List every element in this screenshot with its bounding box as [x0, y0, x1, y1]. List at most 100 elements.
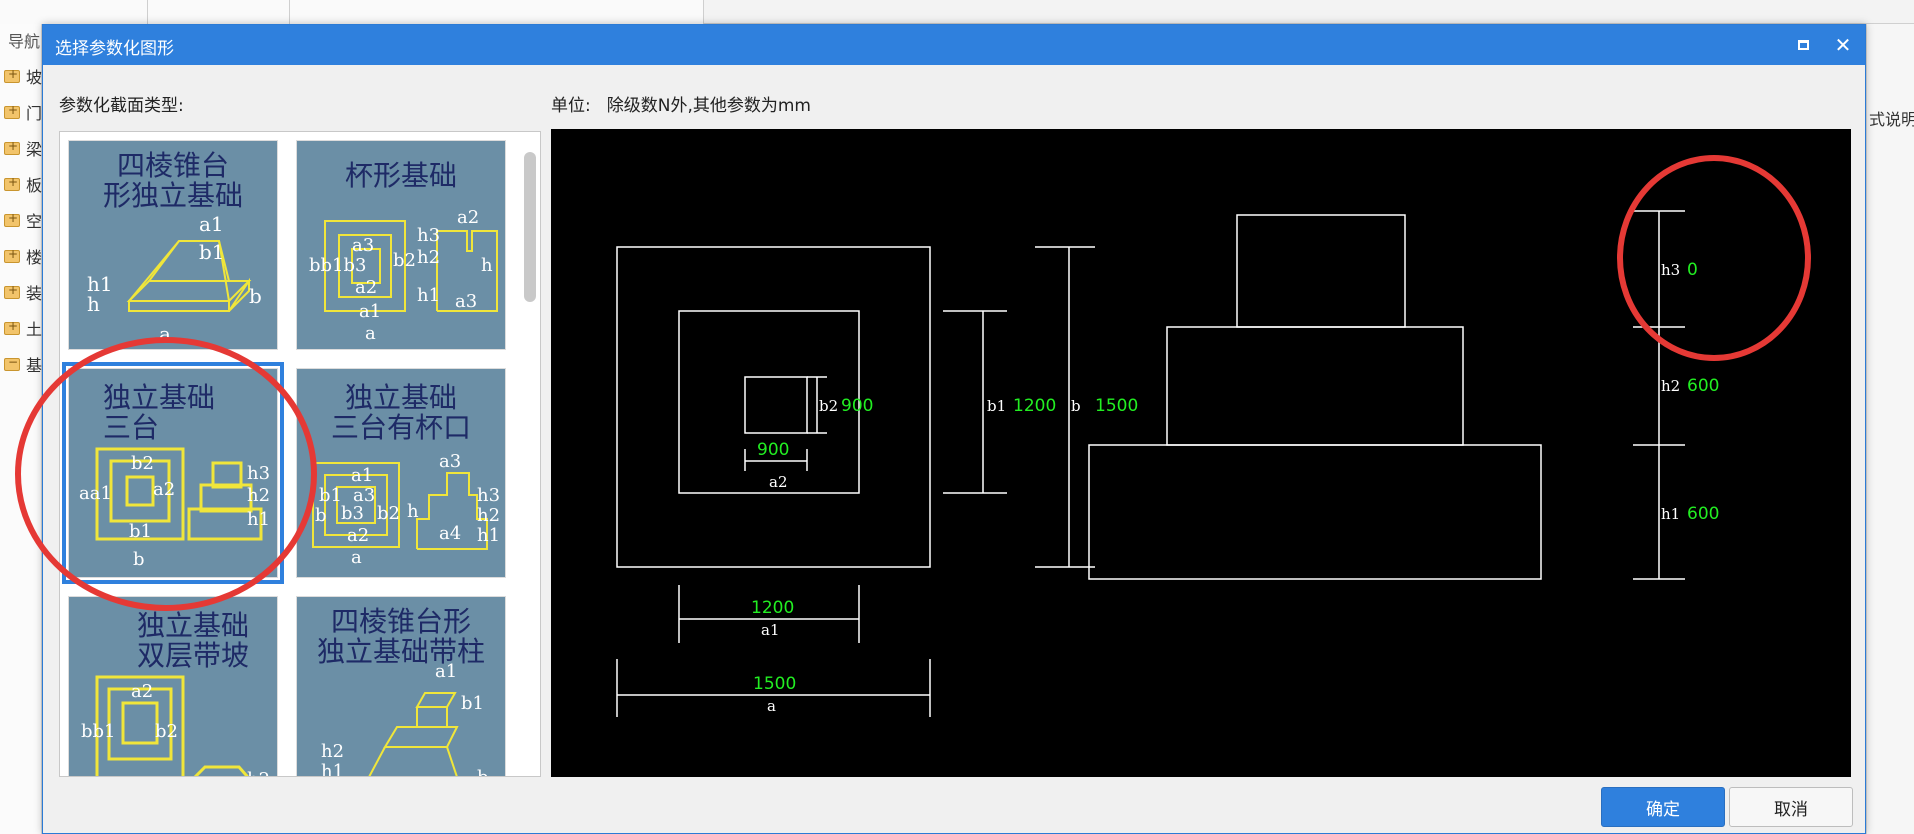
folder-icon	[4, 319, 20, 335]
dim-label-a: a	[767, 697, 776, 715]
dim-value-h3: 0	[1687, 260, 1698, 280]
parameter-preview-canvas: b2 a2 b1 b a1 a h3 h2 h1 900 900 1200 15…	[551, 129, 1851, 777]
properties-text: 式说明	[1869, 110, 1914, 129]
cancel-button[interactable]: 取消	[1729, 787, 1853, 827]
svg-text:bb1: bb1	[81, 721, 116, 742]
nav-item[interactable]: 坡	[4, 66, 42, 87]
svg-text:b2: b2	[377, 503, 400, 524]
thumb-isolated-footing-three-step[interactable]: 独立基础 三台 aa1 b2 a2 b1 b h3 h2 h1	[62, 362, 284, 584]
nav-item[interactable]: 门	[4, 102, 42, 123]
dim-value-b: 1500	[1095, 396, 1138, 416]
nav-item[interactable]: 梁	[4, 138, 43, 159]
svg-text:aa1: aa1	[79, 483, 112, 504]
unit-text: 除级数N外,其他参数为mm	[606, 96, 811, 116]
svg-text:b1: b1	[199, 240, 225, 264]
ok-button[interactable]: 确定	[1601, 787, 1725, 827]
unit-label: 单位:	[551, 96, 591, 116]
svg-text:h: h	[87, 292, 100, 316]
pyramid-footing-icon: a1b1 h1h ab	[87, 212, 262, 346]
three-step-with-cup-icon: a1a3b1 b3 b2b a2ah a3a4 h3h2h1	[312, 451, 500, 568]
svg-text:h2: h2	[247, 769, 270, 777]
svg-text:a4: a4	[439, 523, 461, 544]
section-type-label: 参数化截面类型:	[59, 96, 184, 116]
dim-value-b1: 1200	[1013, 396, 1056, 416]
thumb-cup-footing[interactable]: 杯形基础 bb1b3 b2 a3 a2 a1 a h3 h2 h1 a2 h a3	[296, 140, 506, 350]
maximize-button[interactable]	[1789, 31, 1817, 59]
toolbar-segment[interactable]	[0, 0, 148, 24]
nav-title: 导航	[8, 32, 41, 51]
svg-text:b2: b2	[131, 453, 154, 474]
nav-item[interactable]: 土	[4, 318, 42, 339]
svg-text:b2: b2	[155, 721, 178, 742]
thumbnail-scrollbar[interactable]	[524, 152, 536, 302]
properties-panel: 式说明	[1866, 24, 1914, 834]
dim-value-a1: 1200	[751, 598, 794, 618]
svg-text:bb1b3: bb1b3	[309, 255, 366, 276]
app-toolbar	[0, 0, 1914, 24]
svg-text:h2: h2	[477, 505, 500, 526]
dialog-titlebar[interactable]: 选择参数化图形 ✕	[43, 25, 1865, 65]
folder-icon	[4, 247, 20, 263]
svg-text:a2: a2	[347, 525, 369, 546]
nav-item[interactable]: 楼	[4, 246, 43, 267]
svg-text:a: a	[365, 323, 376, 344]
svg-text:a1: a1	[351, 465, 373, 486]
thumb-pyramid-footing[interactable]: 四棱锥台 形独立基础 a1 b1 h1 h ab	[68, 140, 278, 350]
svg-text:b1: b1	[319, 485, 342, 506]
nav-item-label: 楼	[26, 248, 43, 267]
folder-open-icon	[4, 355, 20, 371]
pyramid-with-column-icon: a1b1 h2h1h b	[321, 661, 489, 777]
thumb-pyramid-footing-with-column[interactable]: 四棱锥台形 独立基础带柱 a1 b1 h2 h1 h b	[296, 596, 506, 777]
thumb-double-layer-slope[interactable]: 独立基础 双层带坡 a2 bb1 b2 a1 h2 h1	[68, 596, 278, 777]
folder-icon	[4, 139, 20, 155]
close-button[interactable]: ✕	[1829, 31, 1857, 59]
thumb-three-step-with-cup[interactable]: 独立基础 三台有杯口 a1 a3 b1 b3 b2 b a2 a h a3 a4 h3 h2 h1	[296, 368, 506, 578]
svg-text:h3: h3	[247, 463, 270, 484]
svg-text:h2: h2	[247, 485, 270, 506]
svg-text:a: a	[351, 547, 362, 568]
svg-text:a2: a2	[457, 207, 479, 228]
svg-text:a3: a3	[439, 451, 461, 472]
cup-footing-icon: bb1b3 b2 a3a2 a1a h3h2h1 a2ha3	[309, 207, 498, 344]
dim-value-h1: 600	[1687, 504, 1719, 524]
folder-icon	[4, 283, 20, 299]
folder-icon	[4, 103, 20, 119]
nav-item[interactable]: 板	[4, 174, 43, 195]
unit-info: 单位: 除级数N外,其他参数为mm	[551, 91, 827, 116]
toolbar-segment[interactable]	[148, 0, 290, 24]
svg-text:a2: a2	[355, 277, 377, 298]
svg-text:a3: a3	[352, 235, 374, 256]
dim-label-b: b	[1071, 397, 1081, 415]
three-step-footing-icon: aa1 b2 a2 b1 b h3h2 h1	[79, 447, 270, 570]
svg-text:h1: h1	[417, 285, 440, 306]
svg-text:a1: a1	[435, 661, 457, 682]
nav-item[interactable]: 基	[4, 354, 43, 375]
svg-text:b1: b1	[461, 693, 484, 714]
nav-item-label: 基	[26, 356, 43, 375]
dim-label-b2: b2	[819, 397, 838, 415]
nav-item[interactable]: 空	[4, 210, 42, 231]
svg-text:h: h	[481, 255, 493, 276]
nav-item-label: 板	[26, 176, 43, 195]
dim-value-b2: 900	[841, 396, 873, 416]
folder-icon	[4, 67, 20, 83]
footing-dimension-drawing: b2 a2 b1 b a1 a h3 h2 h1 900 900 1200 15…	[616, 210, 1719, 717]
svg-text:a: a	[159, 322, 171, 346]
close-icon: ✕	[1834, 33, 1852, 57]
folder-icon	[4, 211, 20, 227]
svg-text:b: b	[315, 505, 327, 526]
shape-thumbnail-list[interactable]: 四棱锥台 形独立基础 a1 b1 h1 h ab 杯形基础 bb1b3 b2 a…	[59, 131, 541, 777]
select-parametric-shape-dialog: 选择参数化图形 ✕ 参数化截面类型: 单位: 除级数N外,其他参数为mm 四棱锥台…	[42, 24, 1866, 834]
nav-item-label: 梁	[26, 140, 43, 159]
nav-item[interactable]: 装	[4, 282, 43, 303]
svg-text:b2: b2	[393, 250, 416, 271]
svg-text:h1: h1	[321, 761, 344, 777]
maximize-icon	[1797, 40, 1809, 50]
svg-text:h2: h2	[417, 247, 440, 268]
toolbar-segment[interactable]	[290, 0, 704, 24]
nav-item-label: 装	[26, 284, 43, 303]
svg-text:h2: h2	[321, 741, 344, 762]
svg-text:h: h	[407, 501, 419, 522]
svg-text:b: b	[133, 549, 145, 570]
svg-text:h3: h3	[417, 225, 440, 246]
